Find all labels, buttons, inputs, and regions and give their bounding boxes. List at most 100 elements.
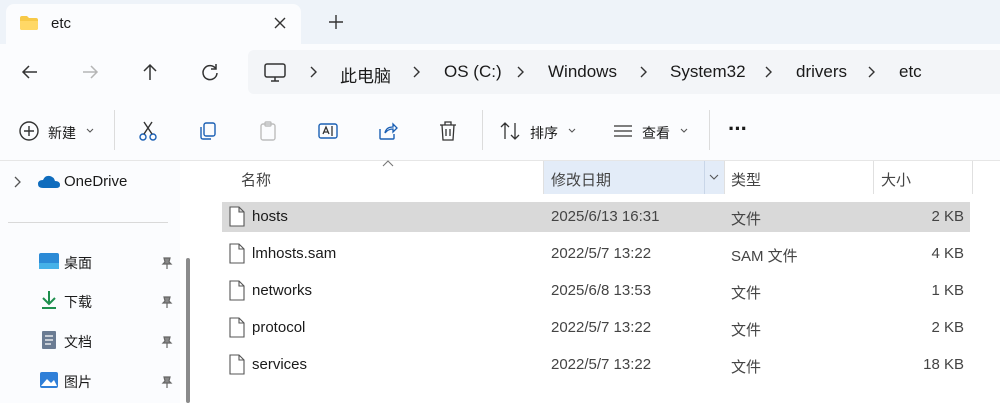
breadcrumb-windows[interactable]: Windows [548, 62, 617, 82]
navigation-scrollbar[interactable] [186, 258, 190, 403]
delete-icon[interactable] [437, 120, 459, 142]
chevron-right-icon [517, 66, 524, 78]
file-date: 2022/5/7 13:22 [551, 356, 652, 373]
pin-icon[interactable] [160, 375, 174, 389]
chevron-down-icon [86, 128, 94, 133]
column-header-label: 名称 [241, 172, 272, 189]
pin-icon[interactable] [160, 335, 174, 349]
folder-icon [20, 16, 38, 30]
sidebar-item-pictures[interactable]: 图片 [0, 366, 178, 396]
breadcrumb-drivers[interactable]: drivers [796, 62, 847, 82]
sidebar-item-desktop[interactable]: 桌面 [0, 247, 178, 277]
new-tab-icon[interactable] [326, 12, 346, 32]
desktop-icon [39, 253, 59, 269]
chevron-down-icon [680, 128, 688, 133]
document-icon [42, 331, 56, 349]
column-header-size[interactable]: 大小 [874, 161, 972, 194]
navigation-bar: 此电脑 OS (C:) Windows System32 drivers etc [0, 44, 1000, 100]
file-icon [229, 280, 245, 301]
breadcrumb-c-drive[interactable]: OS (C:) [444, 62, 502, 82]
computer-icon [264, 63, 286, 82]
chevron-down-icon [568, 128, 576, 133]
sidebar-item-label: 下载 [64, 294, 92, 310]
file-name: lmhosts.sam [252, 245, 337, 262]
column-header-label: 修改日期 [551, 172, 612, 189]
share-icon[interactable] [377, 120, 399, 142]
file-size: 1 KB [931, 282, 964, 299]
address-bar[interactable]: 此电脑 OS (C:) Windows System32 drivers etc [248, 50, 1000, 94]
file-name: hosts [252, 208, 288, 225]
column-header-label: 大小 [881, 172, 912, 189]
chevron-right-icon [868, 66, 875, 78]
breadcrumb-etc[interactable]: etc [899, 62, 922, 82]
file-date: 2025/6/8 13:53 [551, 282, 652, 299]
sidebar-divider [8, 222, 168, 223]
file-name: protocol [252, 319, 306, 336]
table-row[interactable]: hosts 2025/6/13 16:31 文件 2 KB [222, 202, 970, 232]
sidebar-item-downloads[interactable]: 下载 [0, 286, 178, 316]
file-size: 2 KB [931, 319, 964, 336]
chevron-right-icon [310, 66, 317, 78]
file-icon [229, 317, 245, 338]
download-icon [42, 291, 56, 309]
chevron-right-icon [640, 66, 647, 78]
refresh-icon[interactable] [199, 61, 221, 83]
view-label: 查看 [642, 125, 670, 141]
file-icon [229, 354, 245, 375]
copy-icon[interactable] [197, 120, 219, 142]
sidebar-item-label: 图片 [64, 374, 92, 390]
column-divider[interactable] [972, 161, 973, 194]
back-icon[interactable] [19, 61, 41, 83]
file-size: 2 KB [931, 208, 964, 225]
file-type: 文件 [731, 359, 762, 376]
sidebar-item-label: 桌面 [64, 255, 92, 271]
tab-bar: etc [0, 0, 1000, 44]
sidebar-item-documents[interactable]: 文档 [0, 326, 178, 356]
file-list: 名称 修改日期 类型 大小 hosts 2025/6/13 16:31 文件 2… [200, 160, 1000, 403]
command-toolbar: 新建 排序 查看 ··· [0, 100, 1000, 161]
more-options-button[interactable]: ··· [728, 116, 748, 142]
column-header-name[interactable]: 名称 [222, 161, 543, 194]
rename-icon[interactable] [317, 120, 339, 142]
table-row[interactable]: services 2022/5/7 13:22 文件 18 KB [222, 350, 970, 380]
sort-label: 排序 [530, 125, 558, 141]
file-date: 2022/5/7 13:22 [551, 319, 652, 336]
file-type: 文件 [731, 285, 762, 302]
picture-icon [40, 372, 58, 388]
new-label: 新建 [48, 125, 76, 141]
file-size: 4 KB [931, 245, 964, 262]
pin-icon[interactable] [160, 256, 174, 270]
breadcrumb-system32[interactable]: System32 [670, 62, 746, 82]
cut-icon[interactable] [137, 120, 159, 142]
up-icon[interactable] [139, 61, 161, 83]
file-type: 文件 [731, 211, 762, 228]
file-type: SAM 文件 [731, 248, 798, 265]
file-size: 18 KB [923, 356, 964, 373]
file-icon [229, 206, 245, 227]
view-list-icon [614, 125, 632, 137]
breadcrumb-this-pc[interactable]: 此电脑 [340, 62, 391, 87]
sidebar-item-onedrive[interactable]: OneDrive [0, 167, 170, 197]
table-row[interactable]: lmhosts.sam 2022/5/7 13:22 SAM 文件 4 KB [222, 239, 970, 269]
column-header-date[interactable]: 修改日期 [544, 161, 724, 194]
toolbar-divider [709, 110, 710, 150]
tab-etc[interactable]: etc [6, 4, 301, 44]
chevron-right-icon [413, 66, 420, 78]
pin-icon[interactable] [160, 295, 174, 309]
navigation-pane: OneDrive 桌面 下载 文档 图片 [0, 161, 180, 403]
file-name: services [252, 356, 308, 373]
table-row[interactable]: protocol 2022/5/7 13:22 文件 2 KB [222, 313, 970, 343]
plus-circle-icon [19, 121, 39, 141]
tab-title: etc [51, 15, 72, 32]
chevron-down-icon[interactable] [709, 174, 719, 181]
sort-icon [500, 122, 520, 140]
close-icon[interactable] [270, 13, 290, 33]
table-row[interactable]: networks 2025/6/8 13:53 文件 1 KB [222, 276, 970, 306]
column-divider[interactable] [704, 161, 705, 194]
file-date: 2025/6/13 16:31 [551, 208, 660, 225]
toolbar-divider [114, 110, 115, 150]
column-header-type[interactable]: 类型 [725, 161, 873, 194]
sidebar-item-label: OneDrive [64, 173, 128, 190]
forward-icon[interactable] [79, 61, 101, 83]
paste-icon[interactable] [257, 120, 279, 142]
